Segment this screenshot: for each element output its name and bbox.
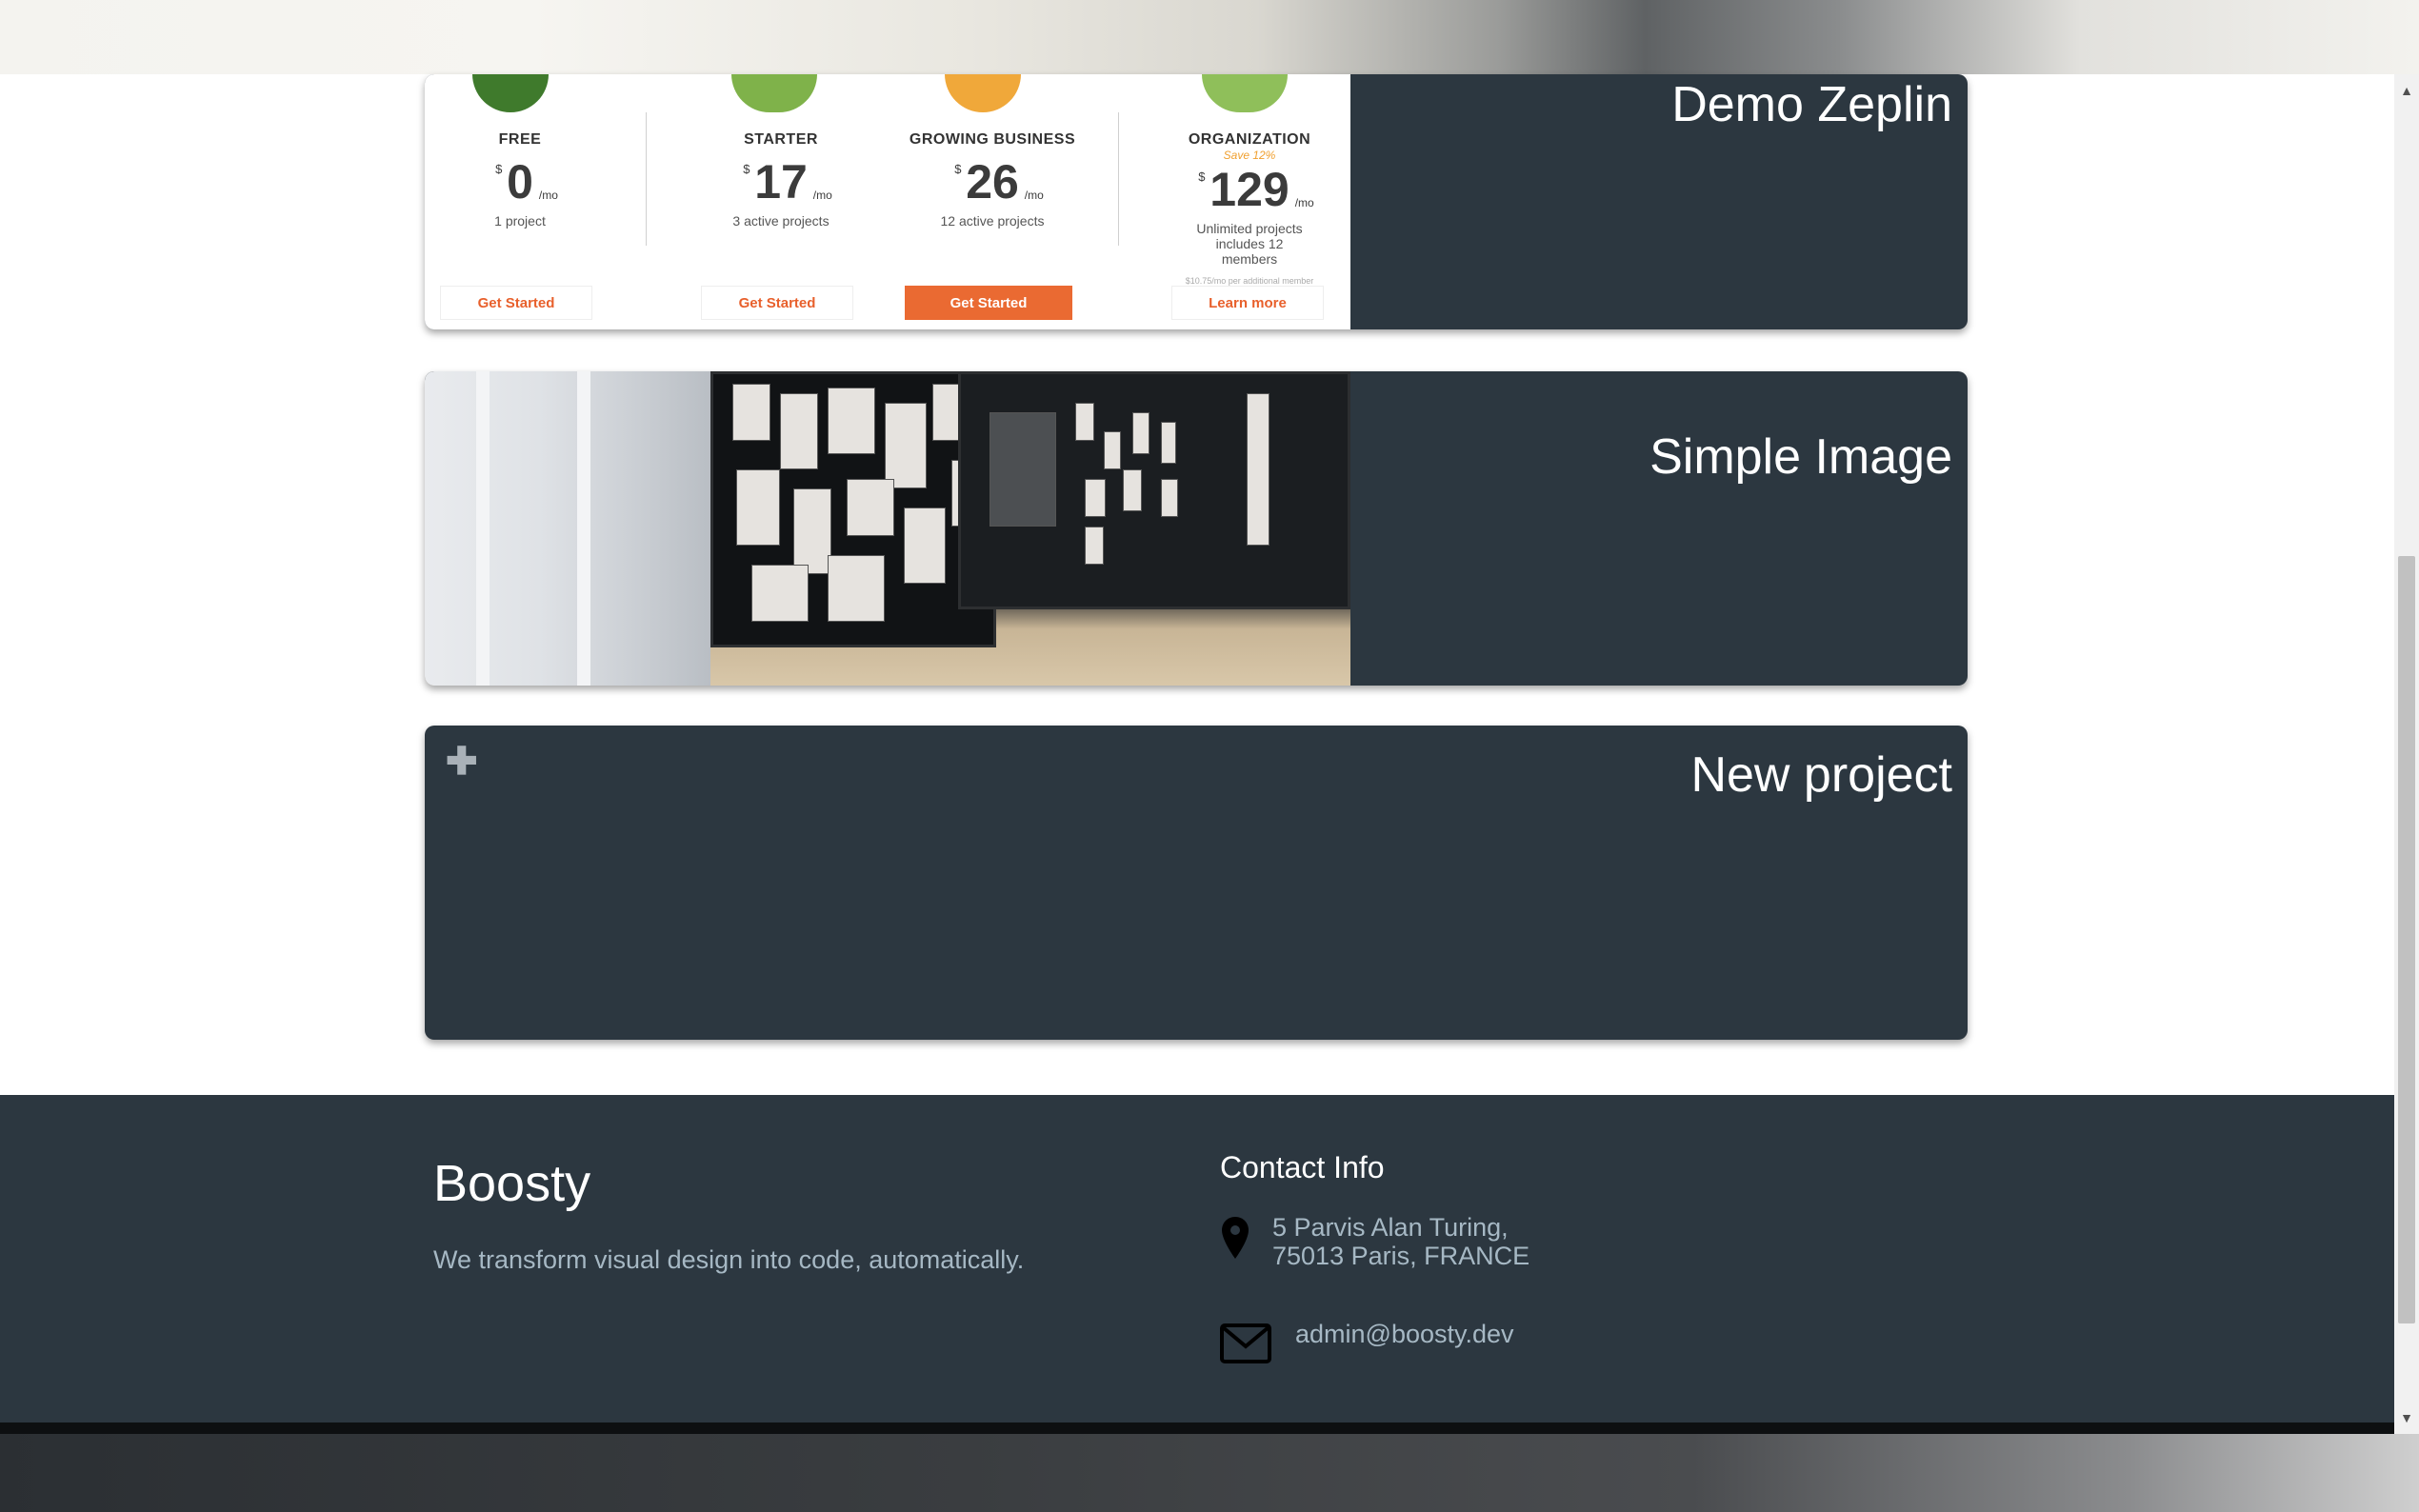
scroll-up-icon[interactable]: ▲ <box>2394 78 2419 103</box>
contact-address: 5 Parvis Alan Turing, 75013 Paris, FRANC… <box>1272 1213 1529 1270</box>
plan-starter: STARTER $17/mo 3 active projects <box>686 131 876 229</box>
plus-icon[interactable]: ✚ <box>446 743 478 781</box>
plan-description: 1 project <box>494 213 546 229</box>
learn-more-button[interactable]: Learn more <box>1171 286 1324 320</box>
plan-growing-business: GROWING BUSINESS $26/mo 12 active projec… <box>897 131 1088 229</box>
location-pin-icon <box>1222 1217 1249 1259</box>
plan-name: STARTER <box>744 131 818 148</box>
flower-image <box>945 74 1021 112</box>
project-card-simple-image[interactable]: Simple Image <box>425 371 1968 686</box>
plant-image <box>472 74 549 112</box>
plan-description: 12 active projects <box>940 213 1045 229</box>
cucumber-image <box>731 74 817 112</box>
project-title: New project <box>1690 747 1952 803</box>
plan-name: FREE <box>498 131 542 148</box>
get-started-button[interactable]: Get Started <box>440 286 592 320</box>
cabbage-image <box>1202 74 1288 112</box>
get-started-button[interactable]: Get Started <box>701 286 853 320</box>
vertical-scrollbar[interactable]: ▲ ▼ <box>2394 74 2419 1434</box>
project-card-new-project[interactable]: ✚ New project <box>425 726 1968 1040</box>
project-card-demo-zeplin[interactable]: FREE $0/mo 1 project STARTER $17/mo 3 ac… <box>425 74 1968 329</box>
top-blurred-band <box>0 0 2419 74</box>
plan-price: $0/mo <box>495 155 558 209</box>
plan-description: Unlimited projects includes 12 members <box>1196 221 1303 267</box>
scroll-down-icon[interactable]: ▼ <box>2394 1405 2419 1430</box>
plan-free: FREE $0/mo 1 project <box>425 131 615 229</box>
window-background <box>425 371 710 686</box>
contact-info-title: Contact Info <box>1220 1150 1385 1184</box>
project-thumbnail-desk-photo <box>425 371 1350 686</box>
plan-organization: ORGANIZATION $129/mo Unlimited projects … <box>1154 131 1345 286</box>
plan-name: GROWING BUSINESS <box>909 131 1076 148</box>
plan-description: 3 active projects <box>732 213 830 229</box>
plan-price: $129/mo <box>1198 163 1314 216</box>
project-title: Demo Zeplin <box>1671 77 1952 132</box>
plan-extra-note: $10.75/mo per additional member <box>1185 276 1314 286</box>
scrollbar-thumb[interactable] <box>2398 556 2415 1323</box>
footer: Boosty We transform visual design into c… <box>0 1095 2394 1422</box>
monitor-left <box>710 371 996 647</box>
pricing-divider <box>1118 112 1119 246</box>
bottom-blurred-band <box>0 1434 2419 1512</box>
address-line-1: 5 Parvis Alan Turing, <box>1272 1213 1509 1242</box>
footer-tagline: We transform visual design into code, au… <box>433 1245 1025 1274</box>
plan-price: $26/mo <box>954 155 1044 209</box>
project-title: Simple Image <box>1649 429 1952 485</box>
plan-price: $17/mo <box>743 155 832 209</box>
plan-name: ORGANIZATION <box>1188 131 1311 148</box>
address-line-2: 75013 Paris, FRANCE <box>1272 1242 1530 1270</box>
contact-email-link[interactable]: admin@boosty.dev <box>1295 1320 1514 1349</box>
mail-icon <box>1220 1323 1271 1363</box>
get-started-button[interactable]: Get Started <box>905 286 1072 320</box>
monitor-right <box>958 371 1350 609</box>
footer-brand: Boosty <box>433 1155 591 1212</box>
project-thumbnail-pricing: FREE $0/mo 1 project STARTER $17/mo 3 ac… <box>425 74 1350 329</box>
pricing-divider <box>646 112 647 246</box>
